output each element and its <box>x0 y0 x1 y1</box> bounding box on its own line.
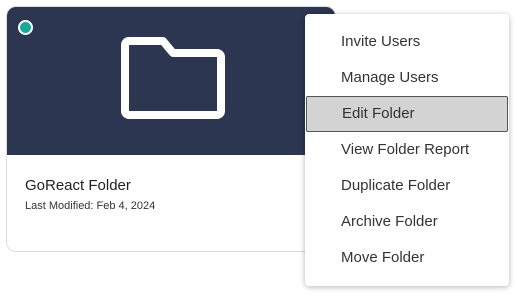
folder-context-menu: Invite Users Manage Users Edit Folder Vi… <box>305 14 509 286</box>
folder-card-header <box>7 7 335 155</box>
menu-item-archive-folder[interactable]: Archive Folder <box>305 204 509 240</box>
menu-item-edit-folder[interactable]: Edit Folder <box>306 96 508 132</box>
folder-icon <box>121 37 225 119</box>
folder-card[interactable]: GoReact Folder Last Modified: Feb 4, 202… <box>6 6 336 252</box>
menu-item-duplicate-folder[interactable]: Duplicate Folder <box>305 168 509 204</box>
folder-title: GoReact Folder <box>25 177 131 194</box>
menu-item-manage-users[interactable]: Manage Users <box>305 60 509 96</box>
status-indicator <box>18 20 33 35</box>
menu-item-move-folder[interactable]: Move Folder <box>305 240 509 276</box>
page: GoReact Folder Last Modified: Feb 4, 202… <box>0 0 515 295</box>
menu-item-invite-users[interactable]: Invite Users <box>305 24 509 60</box>
folder-last-modified: Last Modified: Feb 4, 2024 <box>25 200 156 212</box>
menu-item-view-folder-report[interactable]: View Folder Report <box>305 132 509 168</box>
